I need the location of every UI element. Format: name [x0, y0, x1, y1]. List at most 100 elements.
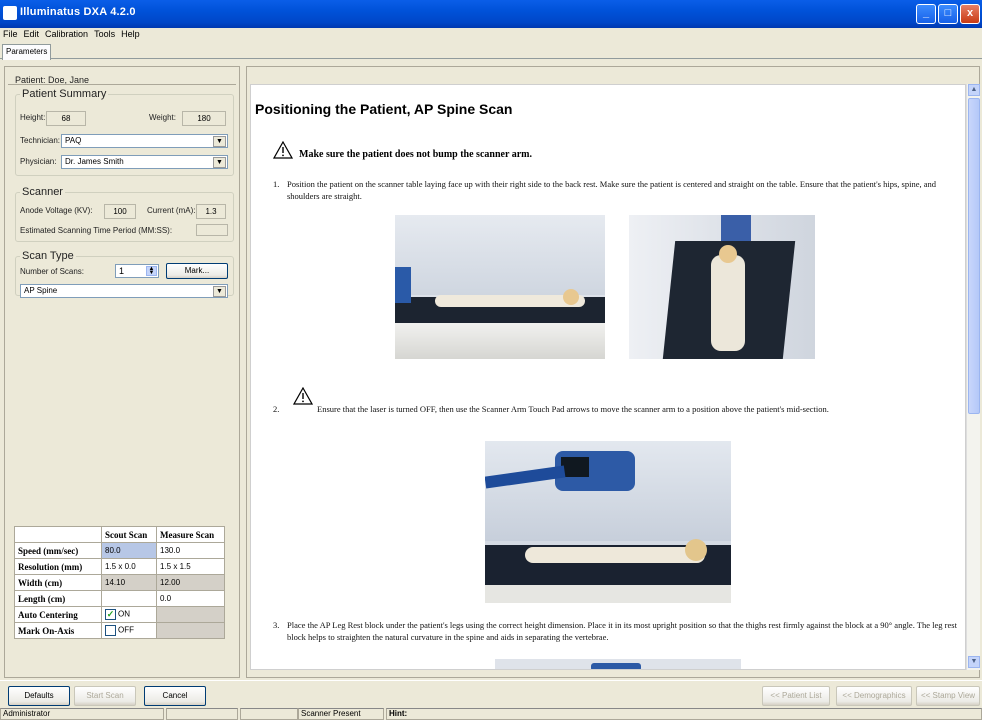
technician-label: Technician:	[20, 136, 61, 145]
dropdown-arrow-icon[interactable]: ▼	[213, 286, 226, 297]
menu-edit[interactable]: Edit	[21, 28, 43, 41]
row-label: Speed (mm/sec)	[14, 542, 102, 559]
table-row: Width (cm) 14.10 12.00	[14, 574, 225, 591]
patient-head-view-photo	[629, 215, 815, 359]
start-scan-button[interactable]: Start Scan	[74, 686, 136, 706]
step-1-text: Position the patient on the scanner tabl…	[287, 179, 937, 201]
step-2-text: Ensure that the laser is turned OFF, the…	[317, 404, 829, 414]
time-label: Estimated Scanning Time Period (MM:SS):	[20, 226, 173, 235]
leg-rest-photo	[495, 659, 741, 669]
app-icon	[3, 6, 17, 20]
menu-bar: File Edit Calibration Tools Help	[0, 28, 982, 41]
scanner-title: Scanner	[20, 186, 65, 198]
physician-value: Dr. James Smith	[65, 157, 124, 166]
table-header-empty	[14, 526, 102, 543]
title-bar: Illuminatus DXA 4.2.0 _ □ x	[0, 0, 982, 28]
close-button[interactable]: x	[960, 4, 980, 24]
table-row: Speed (mm/sec) 80.0 130.0	[14, 542, 225, 559]
height-field: 68	[46, 111, 86, 126]
instructions-document[interactable]: Positioning the Patient, AP Spine Scan M…	[250, 84, 966, 670]
row-label: Resolution (mm)	[14, 558, 102, 575]
dropdown-arrow-icon[interactable]: ▼	[213, 157, 226, 168]
row-label: Length (cm)	[14, 590, 102, 607]
scan-parameters-table: Scout Scan Measure Scan Speed (mm/sec) 8…	[14, 526, 225, 639]
width-measure-cell[interactable]: 12.00	[156, 574, 225, 591]
weight-label: Weight:	[149, 113, 176, 122]
resolution-scout-cell[interactable]: 1.5 x 0.0	[101, 558, 157, 575]
physician-label: Physician:	[20, 157, 57, 166]
row-label: Auto Centering	[14, 606, 102, 623]
weight-field: 180	[182, 111, 226, 126]
step-number: 1.	[273, 179, 280, 189]
scrollbar-thumb[interactable]	[968, 98, 980, 414]
scroll-up-icon[interactable]: ▲	[968, 84, 980, 96]
doc-scrollbar[interactable]: ▲ ▼	[966, 84, 980, 670]
auto-centering-measure-cell	[156, 606, 225, 623]
menu-file[interactable]: File	[0, 28, 21, 41]
resolution-measure-cell[interactable]: 1.5 x 1.5	[156, 558, 225, 575]
status-bar: Administrator Scanner Present Hint:	[0, 708, 982, 720]
check-icon[interactable]: ✓	[105, 609, 116, 620]
patient-list-button[interactable]: << Patient List	[762, 686, 830, 706]
status-empty	[166, 708, 238, 720]
auto-centering-value: ON	[118, 609, 130, 619]
spinner-icon[interactable]: ▲ ▼	[146, 266, 157, 276]
status-scanner: Scanner Present	[298, 708, 384, 720]
anode-voltage-label: Anode Voltage (KV):	[20, 206, 93, 215]
status-hint: Hint:	[386, 708, 982, 720]
scan-type-dropdown[interactable]: AP Spine ▼	[20, 284, 228, 298]
row-label: Width (cm)	[14, 574, 102, 591]
warning-icon	[273, 141, 293, 159]
table-row: Resolution (mm) 1.5 x 0.0 1.5 x 1.5	[14, 558, 225, 575]
maximize-button[interactable]: □	[938, 4, 958, 24]
menu-help[interactable]: Help	[118, 28, 143, 41]
auto-centering-cell[interactable]: ✓ ON	[101, 606, 157, 623]
tab-row: Parameters	[0, 41, 982, 60]
minimize-button[interactable]: _	[916, 4, 936, 24]
table-row: Length (cm) 0.0	[14, 590, 225, 607]
stamp-view-button[interactable]: << Stamp View	[916, 686, 980, 706]
table-row: Mark On-Axis OFF	[14, 622, 225, 639]
table-header-row: Scout Scan Measure Scan	[14, 526, 225, 543]
number-of-scans-input[interactable]: 1 ▲ ▼	[115, 264, 159, 278]
step-number: 3.	[273, 620, 280, 630]
time-field	[196, 224, 228, 236]
cancel-button[interactable]: Cancel	[144, 686, 206, 706]
scan-type-value: AP Spine	[24, 286, 58, 295]
anode-voltage-field: 100	[104, 204, 136, 219]
mark-on-axis-cell[interactable]: OFF	[101, 622, 157, 639]
window-title: Illuminatus DXA 4.2.0	[20, 6, 136, 18]
speed-scout-cell[interactable]: 80.0	[101, 542, 157, 559]
patient-on-table-photo	[395, 215, 605, 359]
step-3-text: Place the AP Leg Rest block under the pa…	[287, 620, 957, 642]
divider	[8, 84, 236, 85]
doc-title: Positioning the Patient, AP Spine Scan	[255, 101, 513, 117]
width-scout-cell[interactable]: 14.10	[101, 574, 157, 591]
tab-parameters[interactable]: Parameters	[2, 44, 52, 60]
menu-tools[interactable]: Tools	[91, 28, 118, 41]
technician-value: PAQ	[65, 136, 82, 145]
dropdown-arrow-icon[interactable]: ▼	[213, 136, 226, 147]
demographics-button[interactable]: << Demographics	[836, 686, 912, 706]
bottom-bar: Defaults Start Scan Cancel << Patient Li…	[0, 680, 982, 708]
length-scout-cell[interactable]	[101, 590, 157, 607]
technician-dropdown[interactable]: PAQ ▼	[61, 134, 228, 148]
mark-button[interactable]: Mark...	[166, 263, 228, 279]
status-user: Administrator	[0, 708, 164, 720]
defaults-button[interactable]: Defaults	[8, 686, 70, 706]
mark-on-axis-value: OFF	[118, 625, 134, 635]
checkbox[interactable]	[105, 625, 116, 636]
scanner-arm-photo	[485, 441, 731, 603]
length-measure-cell[interactable]: 0.0	[156, 590, 225, 607]
physician-dropdown[interactable]: Dr. James Smith ▼	[61, 155, 228, 169]
scroll-down-icon[interactable]: ▼	[968, 656, 980, 668]
step-number: 2.	[273, 404, 280, 414]
table-header-scout: Scout Scan	[101, 526, 157, 543]
number-of-scans-label: Number of Scans:	[20, 267, 85, 276]
patient-summary-title: Patient Summary	[20, 88, 109, 100]
status-empty	[240, 708, 298, 720]
mark-on-axis-measure-cell	[156, 622, 225, 639]
row-label: Mark On-Axis	[14, 622, 102, 639]
menu-calibration[interactable]: Calibration	[42, 28, 91, 41]
speed-measure-cell[interactable]: 130.0	[156, 542, 225, 559]
